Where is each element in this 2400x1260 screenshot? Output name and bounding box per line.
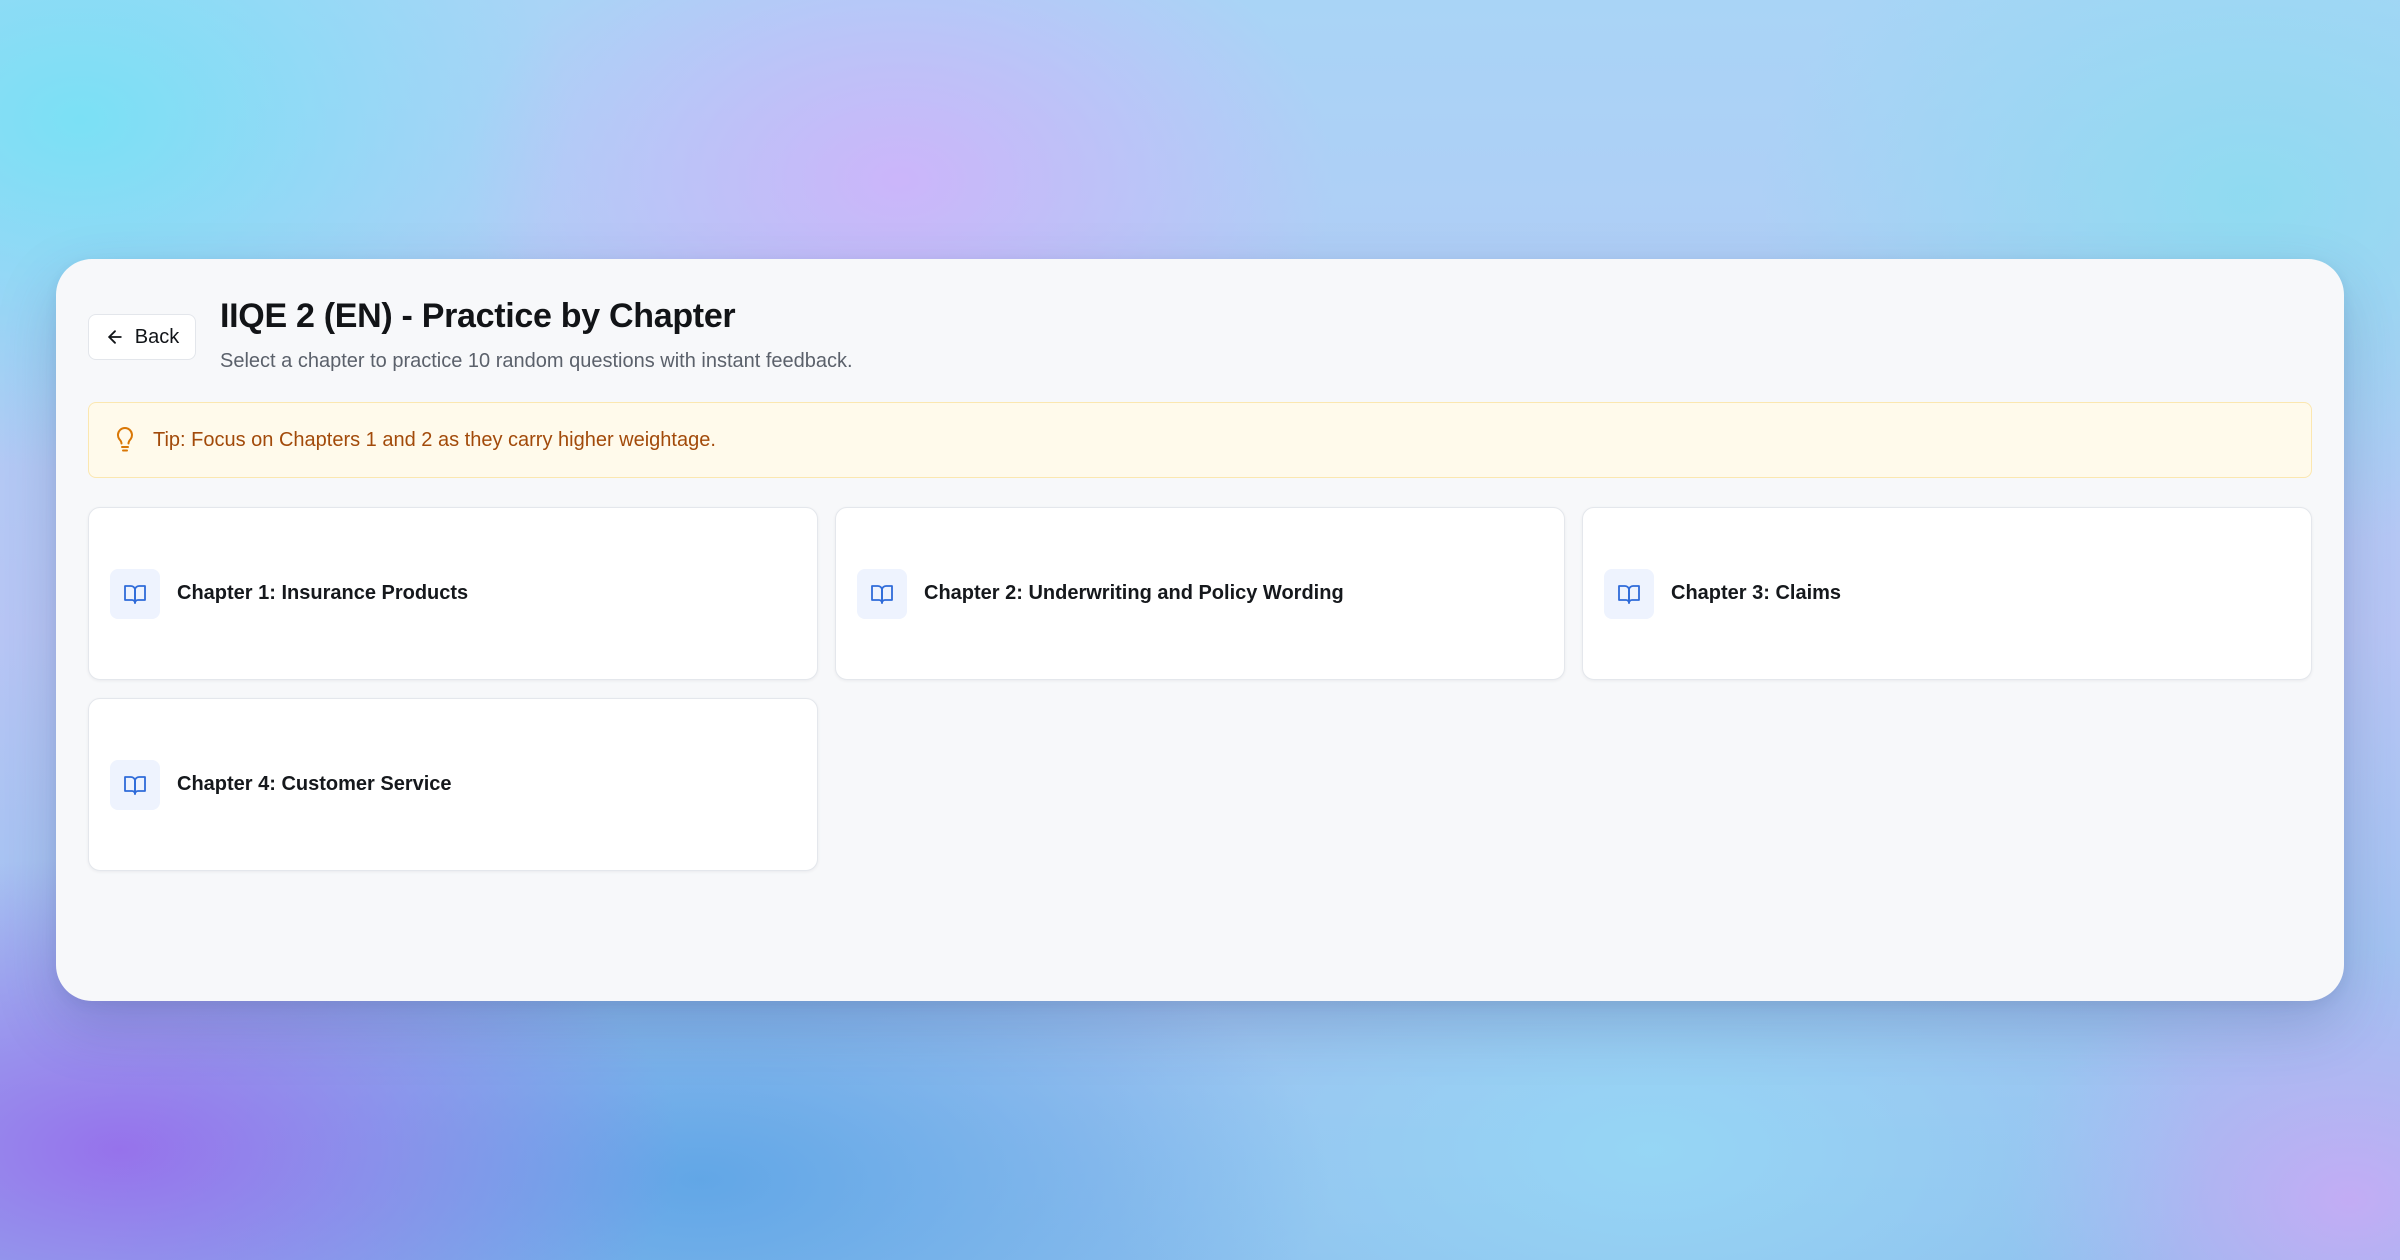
chapter-icon-box xyxy=(857,568,907,619)
book-open-icon xyxy=(871,584,893,604)
chapter-icon-box xyxy=(1604,568,1654,619)
chapter-card-2[interactable]: Chapter 2: Underwriting and Policy Wordi… xyxy=(835,507,1565,680)
back-button[interactable]: Back xyxy=(88,314,196,360)
lightbulb-icon xyxy=(116,426,133,452)
chapter-icon-box xyxy=(110,759,160,810)
chapter-icon-box xyxy=(110,568,160,619)
back-button-label: Back xyxy=(134,325,180,348)
chapter-card-label: Chapter 2: Underwriting and Policy Wordi… xyxy=(924,582,1344,604)
page-subtitle: Select a chapter to practice 10 random q… xyxy=(220,350,853,372)
chapter-card-1[interactable]: Chapter 1: Insurance Products xyxy=(88,507,818,680)
page-title: IIQE 2 (EN) - Practice by Chapter xyxy=(220,297,736,335)
chapter-card-label: Chapter 3: Claims xyxy=(1671,582,1842,604)
book-open-icon xyxy=(1618,584,1640,604)
chapter-card-4[interactable]: Chapter 4: Customer Service xyxy=(88,698,818,871)
app-window: Back IIQE 2 (EN) - Practice by Chapter S… xyxy=(56,259,2344,1001)
tip-text: Tip: Focus on Chapters 1 and 2 as they c… xyxy=(153,428,716,451)
tip-banner: Tip: Focus on Chapters 1 and 2 as they c… xyxy=(88,402,2312,478)
chapter-card-label: Chapter 1: Insurance Products xyxy=(177,582,469,604)
book-open-icon xyxy=(124,584,146,604)
chapter-card-3[interactable]: Chapter 3: Claims xyxy=(1582,507,2312,680)
chapter-card-label: Chapter 4: Customer Service xyxy=(177,773,452,795)
arrow-left-icon xyxy=(108,330,122,344)
book-open-icon xyxy=(124,775,146,795)
